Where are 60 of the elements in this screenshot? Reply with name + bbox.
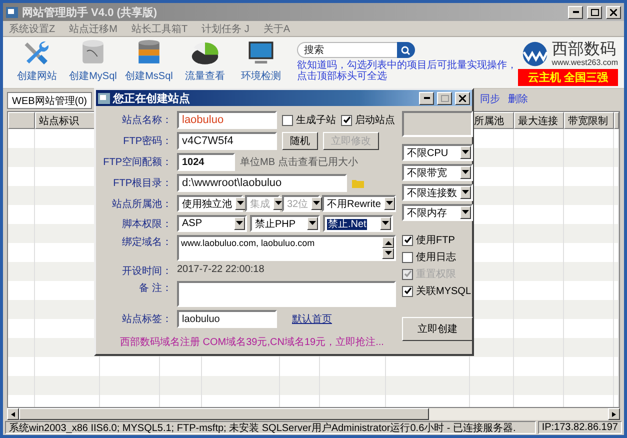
toolbar-button[interactable]: 流量查看 — [176, 38, 233, 86]
action-link[interactable]: 同步 — [478, 92, 502, 109]
dropdown[interactable]: 不用Rewrite — [322, 195, 396, 212]
dropdown[interactable]: 不限CPU — [402, 144, 473, 161]
promo-text[interactable]: 西部数码域名注册 COM域名39元,CN域名19元，立即抢注... — [100, 335, 396, 349]
dialog-title: 您正在创建站点 — [113, 92, 191, 106]
checkbox[interactable]: 关联MYSQL — [402, 284, 473, 298]
tag-field[interactable]: laobuluo — [177, 310, 277, 328]
toolbar-button[interactable]: 创建网站 — [9, 38, 65, 86]
checkbox[interactable]: 启动站点 — [341, 113, 395, 127]
checkbox[interactable]: 使用日志 — [402, 250, 473, 264]
field-label: 站点所属池： — [111, 198, 172, 210]
default-page-link[interactable]: 默认首页 — [292, 312, 332, 326]
window-title: 网站管理助手 V4.0 (共享版) — [22, 6, 158, 20]
hint-text: 欲知道吗，勾选列表中的项目后可批量实现操作，点击顶部标头可全选 — [296, 60, 518, 82]
tab[interactable]: WEB网站管理(0) — [7, 92, 92, 109]
menu-item[interactable]: 站长工具箱T — [131, 22, 188, 36]
quota-note: 单位MB 点击查看已用大小 — [240, 156, 358, 169]
field-label: 脚本权限： — [121, 218, 172, 230]
domains-field[interactable]: www.laobuluo.com, laobuluo.com — [177, 235, 396, 261]
field-label: FTP密码： — [122, 134, 172, 148]
dropdown[interactable]: 禁止PHP — [250, 215, 320, 232]
toolbar-button[interactable]: 环境检测 — [232, 38, 289, 86]
quota-field[interactable]: 1024 — [177, 153, 235, 171]
field-label: FTP空间配额： — [102, 156, 172, 169]
password-field[interactable]: v4C7W5f4 — [177, 132, 277, 150]
menu-item[interactable]: 站点迁移M — [69, 22, 118, 36]
field-label: 备 注： — [138, 282, 172, 295]
checkbox[interactable]: 使用FTP — [402, 233, 473, 247]
menu-item[interactable]: 关于A — [263, 22, 290, 36]
promo-banner[interactable]: 云主机 全国三强 — [518, 69, 618, 86]
checkbox[interactable]: 生成子站 — [282, 113, 336, 127]
create-button[interactable]: 立即创建 — [402, 317, 473, 341]
search-field[interactable]: 搜索 — [296, 42, 397, 58]
field-label: 绑定域名： — [121, 236, 172, 249]
dropdown[interactable]: 不限内存 — [402, 204, 473, 221]
ip-address: IP:173.82.86.197 — [538, 421, 622, 434]
logo-url: www.west263.com — [552, 58, 618, 67]
toolbar-button[interactable]: 创建MsSql — [120, 38, 177, 86]
dropdown[interactable]: 不限带宽 — [402, 164, 473, 181]
toolbar-button[interactable]: 创建MySql — [64, 38, 121, 86]
action-button[interactable]: 随机 — [282, 132, 318, 150]
field-label: FTP根目录： — [112, 176, 172, 190]
column-header[interactable]: 带宽限制 — [564, 112, 614, 129]
field-label: 站点名称： — [121, 114, 172, 127]
created-time: 2017-7-22 22:00:18 — [177, 264, 266, 277]
dropdown[interactable]: 不限连接数 — [402, 184, 473, 201]
field-label: 站点标签： — [121, 312, 172, 326]
root-path-field[interactable]: d:\wwwroot\laobuluo — [177, 174, 347, 192]
action-link[interactable]: 删除 — [506, 92, 530, 109]
dropdown[interactable]: ASP — [177, 215, 247, 232]
status-text: 系统win2003_x86 IIS6.0; MYSQL5.1; FTP-msftp; 未安装 SQLServer用户Administrator运行0.6小时 - 已连接服务器. — [5, 421, 536, 434]
site-name-field[interactable]: laobuluo — [177, 111, 277, 129]
dropdown[interactable]: 禁止.Net — [323, 215, 393, 232]
menu-item[interactable]: 系统设置Z — [9, 22, 56, 36]
logo-name: 西部数码 — [552, 41, 617, 58]
dropdown[interactable]: 使用独立池 — [177, 195, 243, 212]
field-label: 开设时间： — [121, 264, 172, 278]
menu-item[interactable]: 计划任务 J — [202, 22, 250, 36]
column-header[interactable]: 最大连接 — [514, 112, 564, 129]
